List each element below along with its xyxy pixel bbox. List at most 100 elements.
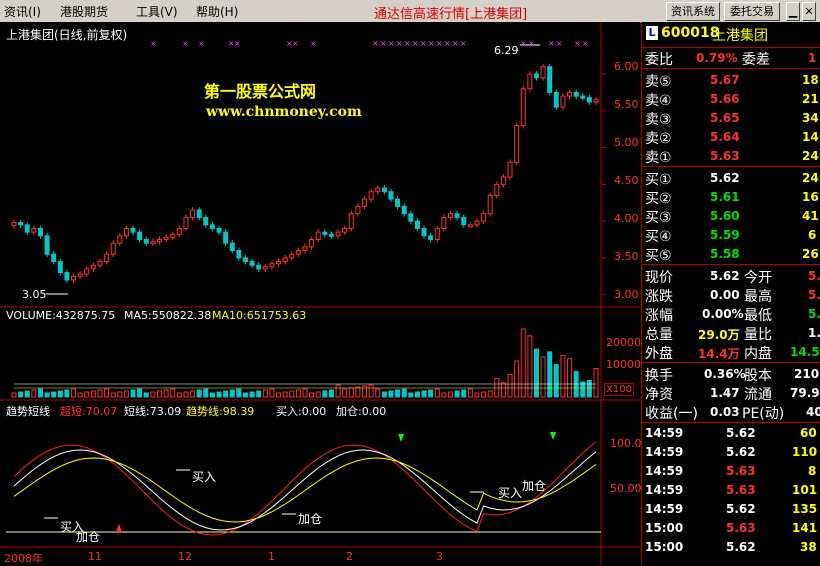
fin-value: 1.47: [710, 386, 740, 400]
stat-label: 外盘: [645, 346, 673, 362]
tick-time: 14:59: [645, 464, 684, 478]
candle-body: [229, 242, 235, 252]
volume-bar: [223, 390, 229, 398]
volume-bar: [190, 390, 196, 398]
candle-body: [183, 216, 189, 229]
date-axis-label: 2008年: [4, 552, 43, 565]
volume-value: VOLUME:432875.75: [6, 309, 116, 322]
volume-bar: [553, 364, 559, 398]
chart-area[interactable]: × × × × × × × × × × × × × × × × × × × × × × × × × × 上港集团(日线,前复权) …: [0, 22, 642, 565]
menu-help[interactable]: 帮助(H): [196, 3, 238, 20]
volume-bar: [77, 392, 83, 398]
candle-body: [448, 213, 453, 218]
volume-bar: [44, 392, 50, 398]
candle-body: [375, 187, 381, 193]
bid-row[interactable]: 买③ 5.60 41: [642, 206, 820, 226]
volume-bar: [481, 391, 487, 398]
tick-price: 5.62: [726, 540, 756, 554]
bid-row[interactable]: 买② 5.61 16: [642, 187, 820, 207]
date-axis-label: 12: [178, 550, 192, 563]
tick-row[interactable]: 14:59 5.62 110: [642, 443, 820, 461]
ask-row[interactable]: 卖④ 5.66 21: [642, 89, 820, 109]
volume-bar: [256, 390, 262, 398]
ask-row[interactable]: 卖③ 5.65 34: [642, 108, 820, 128]
ask-book: 卖⑤ 5.67 18 卖④ 5.66 21 卖③ 5.65 34 卖② 5.64…: [642, 70, 820, 167]
indicator-trend: 趋势线:98.39: [186, 405, 255, 418]
candle-body: [117, 235, 123, 244]
volume-bar: [540, 356, 546, 398]
trade-button[interactable]: 委托交易: [724, 2, 780, 21]
price-axis-label: 3.50: [614, 250, 639, 263]
low-price-label: 3.05: [22, 288, 47, 301]
signal-tick: ×: [556, 39, 563, 48]
menu-tools[interactable]: 工具(V): [136, 3, 178, 20]
candle-body: [348, 213, 354, 229]
weibi-label: 委比: [645, 52, 673, 68]
candle-body: [494, 183, 500, 196]
ask-volume: 21: [802, 92, 819, 106]
signal-tick: ×: [372, 39, 379, 48]
tick-volume: 110: [792, 445, 818, 459]
tick-time: 14:59: [645, 426, 684, 440]
bid-row[interactable]: 买① 5.62 24: [642, 168, 820, 188]
volume-bar: [262, 389, 268, 398]
tick-row[interactable]: 14:59 5.62 60: [642, 424, 820, 442]
tick-row[interactable]: 15:00 5.63 141: [642, 519, 820, 537]
candle-body: [335, 231, 341, 237]
tick-row[interactable]: 15:00 5.62 38: [642, 538, 820, 556]
close-icon[interactable]: ✕: [802, 2, 816, 21]
stat-value: 0.00: [710, 288, 740, 302]
tick-row[interactable]: 14:59 5.63 101: [642, 481, 820, 499]
info-system-button[interactable]: 资讯系统: [666, 2, 720, 21]
tick-volume: 8: [808, 464, 817, 478]
volume-bar: [242, 392, 248, 398]
ask-label: 卖①: [645, 150, 672, 166]
signal-add-label: 加仓: [76, 530, 101, 544]
signal-tick: ×: [182, 39, 189, 48]
ask-row[interactable]: 卖⑤ 5.67 18: [642, 70, 820, 90]
candle-body: [434, 227, 440, 240]
candle-body: [123, 227, 129, 237]
volume-bar: [117, 391, 123, 398]
tick-time: 14:59: [645, 502, 684, 516]
candle-body: [474, 220, 480, 226]
signal-tick: ×: [548, 39, 555, 48]
volume-bar: [51, 391, 57, 398]
candle-body: [309, 239, 315, 248]
volume-bar: [37, 388, 43, 398]
volume-bar: [547, 351, 553, 398]
stock-header: L 600018 上港集团: [642, 22, 820, 48]
candle-body: [428, 235, 434, 241]
bid-row[interactable]: 买④ 5.59 6: [642, 225, 820, 245]
candle-body: [282, 257, 288, 263]
volume-bar: [170, 388, 176, 398]
volume-bar: [328, 389, 334, 398]
signal-tick: ×: [404, 39, 411, 48]
fin-label: 收益(一): [645, 406, 698, 422]
menu-hk-futures[interactable]: 港股期货: [60, 3, 108, 20]
fin-label: 股本: [744, 368, 772, 384]
ask-row[interactable]: 卖② 5.64 14: [642, 127, 820, 147]
tick-row[interactable]: 14:59 5.63 8: [642, 462, 820, 480]
level-icon: L: [646, 26, 658, 40]
volume-bar: [454, 390, 460, 398]
ask-row[interactable]: 卖① 5.63 24: [642, 146, 820, 166]
signal-tick: ×: [452, 39, 459, 48]
stats-row: 外盘 14.4万 内盘 14.5: [642, 342, 820, 362]
ask-price: 5.67: [710, 73, 740, 87]
tick-row[interactable]: 14:59 5.62 135: [642, 500, 820, 518]
stat-value: 14.5: [790, 345, 820, 359]
minimize-icon[interactable]: ▁: [786, 2, 800, 21]
volume-bar: [421, 390, 427, 398]
stats-row: 总量 29.0万 量比 1.: [642, 323, 820, 343]
weibi-value: 0.79%: [696, 51, 738, 65]
bid-row[interactable]: 买⑤ 5.58 26: [642, 244, 820, 264]
tick-volume: 141: [792, 521, 818, 535]
bid-label: 买⑤: [645, 248, 672, 264]
tick-list[interactable]: 14:59 5.62 60 14:59 5.62 110 14:59 5.63 …: [642, 424, 820, 565]
candle-body: [269, 263, 275, 268]
menu-info[interactable]: 资讯(I): [4, 3, 41, 20]
volume-ma10: MA10:651753.63: [212, 309, 307, 322]
bid-price: 5.58: [710, 247, 740, 261]
ask-price: 5.66: [710, 92, 740, 106]
